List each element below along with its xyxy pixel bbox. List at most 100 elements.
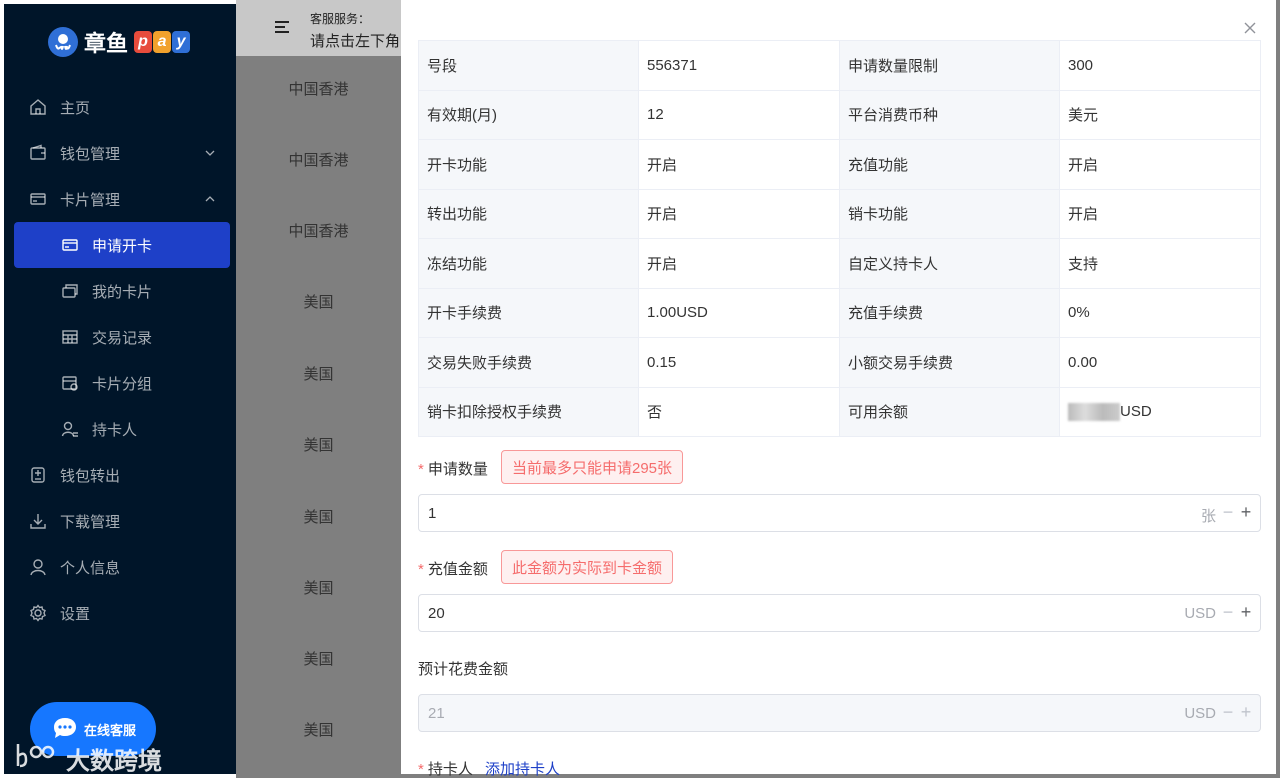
sidebar-item-cards[interactable]: 卡片管理 xyxy=(14,176,230,222)
user-icon xyxy=(28,557,48,577)
quantity-label-text: 申请数量 xyxy=(427,461,488,478)
amount-stepper[interactable]: 20 USD − + xyxy=(418,594,1261,632)
sidebar-item-cardholder[interactable]: 持卡人 xyxy=(14,406,230,452)
menu-toggle-icon[interactable] xyxy=(274,20,290,39)
info-label: 平台消费币种 xyxy=(839,89,1060,140)
sidebar-item-apply-card[interactable]: 申请开卡 xyxy=(14,222,230,268)
sidebar-item-wallet-transfer[interactable]: 钱包转出 xyxy=(14,452,230,498)
info-value: 300 xyxy=(1059,40,1261,91)
info-label: 申请数量限制 xyxy=(839,40,1060,91)
info-value: 开启 xyxy=(1059,139,1261,190)
info-label: 销卡功能 xyxy=(839,188,1060,239)
increment-button[interactable]: + xyxy=(1240,602,1252,622)
octopus-logo-icon xyxy=(48,27,78,57)
group-icon xyxy=(60,373,80,393)
amount-value: 20 xyxy=(428,604,445,622)
sidebar-item-label: 下载管理 xyxy=(60,513,121,531)
logo-text: 章鱼 xyxy=(84,32,129,57)
sidebar-item-transactions[interactable]: 交易记录 xyxy=(14,314,230,360)
watermark-text: 大数跨境 xyxy=(66,748,162,775)
info-label: 小额交易手续费 xyxy=(839,337,1060,388)
estimate-field: 21 USD − + xyxy=(418,694,1261,732)
sidebar-item-wallet[interactable]: 钱包管理 xyxy=(14,130,230,176)
decrement-button[interactable]: − xyxy=(1222,602,1234,622)
sidebar-item-label: 持卡人 xyxy=(92,421,138,439)
decrement-button: − xyxy=(1222,702,1234,722)
info-value: 开启 xyxy=(1059,188,1261,239)
chevron-down-icon xyxy=(204,146,216,163)
sidebar-item-label: 申请开卡 xyxy=(92,237,153,255)
quantity-label: * 申请数量 xyxy=(418,458,488,479)
increment-button[interactable]: + xyxy=(1240,502,1252,522)
required-mark: * xyxy=(418,561,424,578)
logo-pay-y: y xyxy=(172,31,191,53)
sidebar-item-label: 我的卡片 xyxy=(92,283,153,301)
info-label: 销卡扣除授权手续费 xyxy=(418,386,639,437)
quantity-stepper[interactable]: 1 张 − + xyxy=(418,494,1261,532)
table-row: 转出功能 开启 销卡功能 开启 xyxy=(418,188,1261,239)
watermark-logo-icon xyxy=(14,740,60,777)
table-row: 销卡扣除授权手续费 否 可用余额 USD xyxy=(418,386,1261,437)
amount-label-text: 充值金额 xyxy=(427,561,488,578)
info-label: 充值功能 xyxy=(839,139,1060,190)
card-apply-icon xyxy=(60,235,80,255)
balance-currency: USD xyxy=(1120,402,1152,420)
amount-suffix: USD xyxy=(1184,605,1216,622)
info-label: 冻结功能 xyxy=(418,238,639,289)
service-text: 请点击左下角 xyxy=(310,33,401,50)
sidebar-item-label: 卡片管理 xyxy=(60,191,121,209)
info-value: 开启 xyxy=(638,188,840,239)
transfer-icon xyxy=(28,465,48,485)
download-icon xyxy=(28,511,48,531)
table-row: 交易失败手续费 0.15 小额交易手续费 0.00 xyxy=(418,337,1261,388)
info-value: 美元 xyxy=(1059,89,1261,140)
logo: 章鱼 p a y xyxy=(48,26,191,58)
sidebar-item-my-cards[interactable]: 我的卡片 xyxy=(14,268,230,314)
info-value: 1.00USD xyxy=(638,287,840,338)
info-value: 0.00 xyxy=(1059,337,1261,388)
decrement-button[interactable]: − xyxy=(1222,502,1234,522)
balance-redacted xyxy=(1068,402,1120,421)
sidebar-item-settings[interactable]: 设置 xyxy=(14,590,230,636)
region-cell: 中国香港 xyxy=(288,223,349,240)
estimate-suffix: USD xyxy=(1184,705,1216,722)
required-mark: * xyxy=(418,461,424,478)
sidebar-menu: 主页 钱包管理 卡片管理 申请开卡 我的卡片 交易记录 卡片分组 持卡人 钱包转… xyxy=(14,84,230,636)
region-cell: 美国 xyxy=(303,366,334,383)
region-cell: 美国 xyxy=(303,509,334,526)
gear-icon xyxy=(28,603,48,623)
increment-button: + xyxy=(1240,702,1252,722)
region-cell: 美国 xyxy=(303,651,334,668)
quantity-suffix: 张 xyxy=(1200,508,1216,525)
info-value: 0.15 xyxy=(638,337,840,388)
sidebar-item-card-group[interactable]: 卡片分组 xyxy=(14,360,230,406)
sidebar-item-label: 主页 xyxy=(60,99,91,117)
add-cardholder-link[interactable]: 添加持卡人 xyxy=(485,758,560,778)
card-icon xyxy=(28,189,48,209)
info-value: 0% xyxy=(1059,287,1261,338)
amount-label: * 充值金额 xyxy=(418,558,488,579)
close-icon[interactable] xyxy=(1242,20,1258,36)
table-row: 有效期(月) 12 平台消费币种 美元 xyxy=(418,89,1261,140)
estimate-value: 21 xyxy=(428,704,445,722)
region-cell: 美国 xyxy=(303,437,334,454)
user-card-icon xyxy=(60,419,80,439)
table-row: 冻结功能 开启 自定义持卡人 支持 xyxy=(418,238,1261,289)
quantity-tip: 当前最多只能申请295张 xyxy=(501,450,684,484)
info-label: 自定义持卡人 xyxy=(839,238,1060,289)
stepper-controls: − + xyxy=(1222,502,1252,522)
info-value: 12 xyxy=(638,89,840,140)
sidebar-item-label: 个人信息 xyxy=(60,559,121,577)
cardholder-label-text: 持卡人 xyxy=(427,761,473,778)
sidebar-item-profile[interactable]: 个人信息 xyxy=(14,544,230,590)
stepper-controls: − + xyxy=(1222,702,1252,722)
sidebar-item-label: 钱包管理 xyxy=(60,145,121,163)
card-info-table: 号段 556371 申请数量限制 300 有效期(月) 12 平台消费币种 美元… xyxy=(418,40,1261,437)
sidebar-item-downloads[interactable]: 下载管理 xyxy=(14,498,230,544)
table-row: 开卡手续费 1.00USD 充值手续费 0% xyxy=(418,287,1261,338)
region-cell: 美国 xyxy=(303,580,334,597)
sidebar-item-label: 设置 xyxy=(60,605,91,623)
sidebar-item-home[interactable]: 主页 xyxy=(14,84,230,130)
info-value: 开启 xyxy=(638,139,840,190)
required-mark: * xyxy=(418,761,424,778)
